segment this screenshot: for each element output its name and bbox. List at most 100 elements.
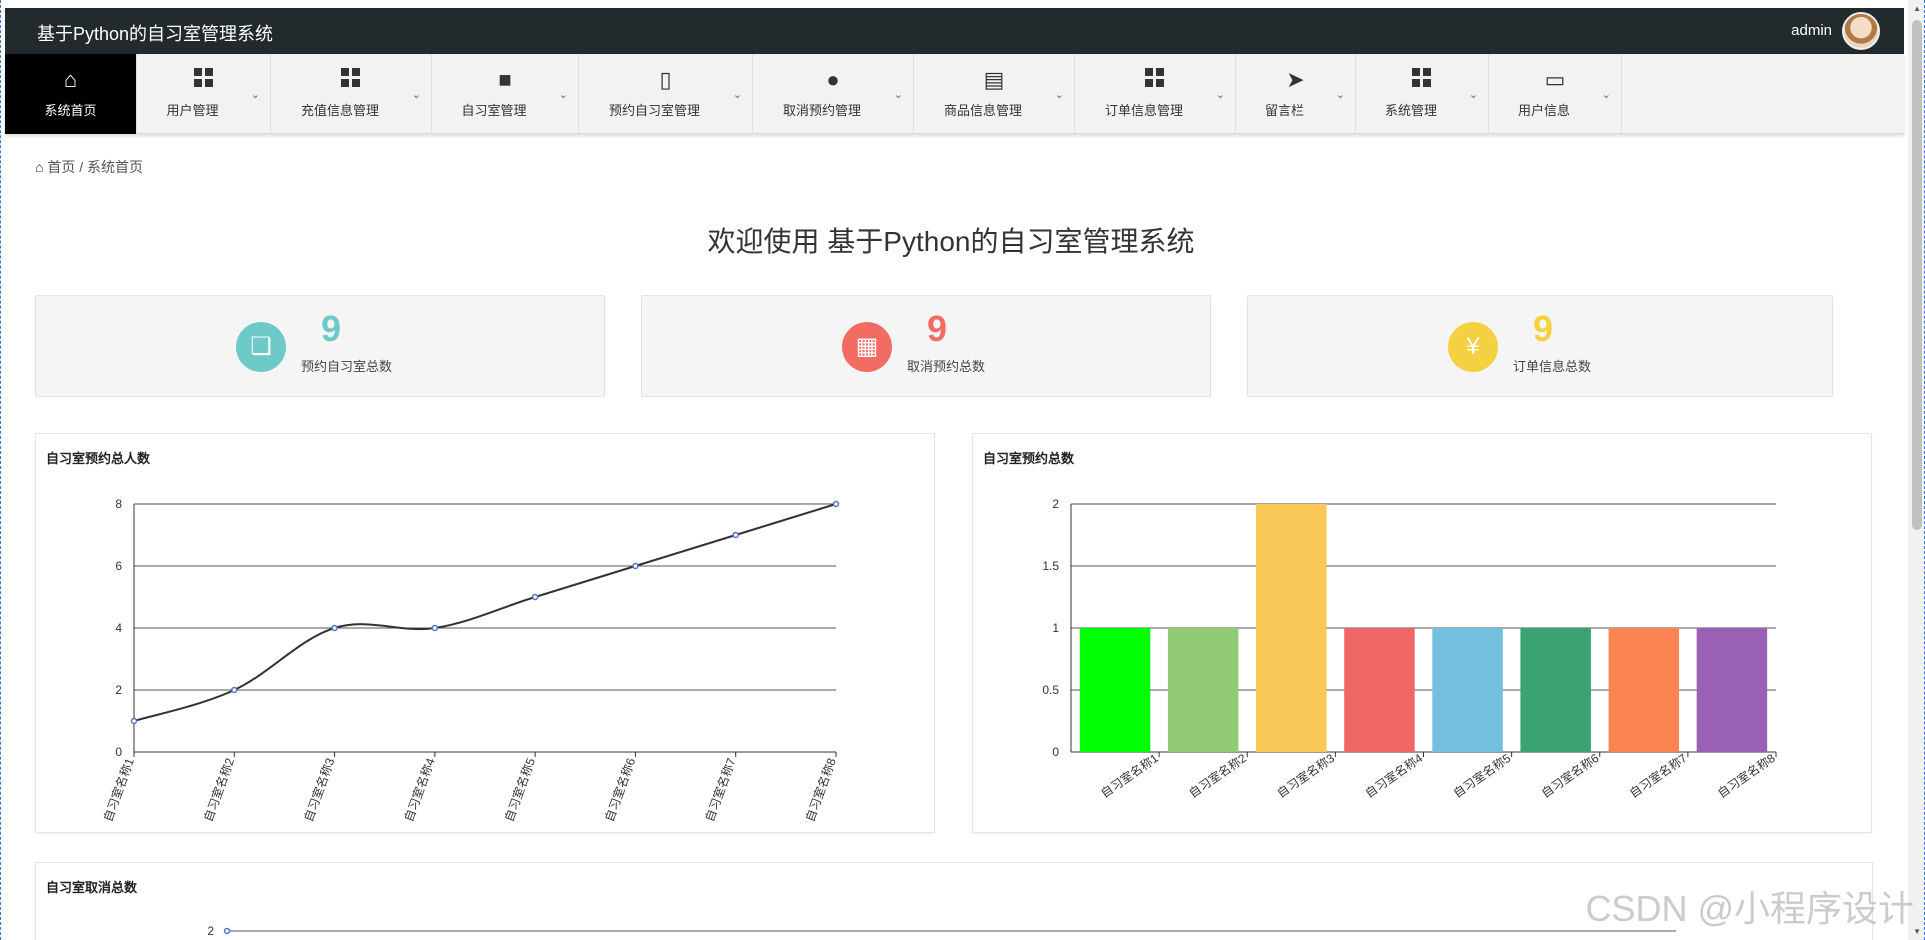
stat-label: 取消预约总数 [907, 359, 986, 374]
chart-card-reservation-total: 自习室预约总数 0 0.5 1 1.5 2 自习室名称1 自习室名称2 自习室名称3 自习室名称… [972, 433, 1872, 833]
x-tick-label: 自习室名称6 [601, 756, 638, 824]
grid-icon [271, 68, 431, 93]
chevron-down-icon: ⌄ [411, 89, 421, 101]
stat-label: 订单信息总数 [1513, 359, 1592, 374]
nav-label: 商品信息管理 [943, 103, 1022, 118]
x-tick-label: 自习室名称5 [1450, 750, 1513, 801]
chevron-down-icon: ⌄ [1335, 89, 1345, 101]
nav-item[interactable]: ■ 自习室管理 ⌄ [432, 54, 579, 134]
y-tick-label: 2 [1052, 497, 1059, 511]
nav-item[interactable]: 系统管理 ⌄ [1356, 54, 1489, 134]
y-tick-label: 2 [115, 683, 122, 697]
breadcrumb-home[interactable]: 首页 [47, 159, 75, 175]
nav-item[interactable]: 用户管理 ⌄ [137, 54, 271, 134]
y-tick-label: 2 [207, 924, 214, 938]
chart-card-reservation-people: 自习室预约总人数 0 2 4 6 8 自习室名称1 自习室名称2 自习室名称3 自习室名称4 自习… [35, 433, 935, 833]
stat-card-reservations: ❏ 9 预约自习室总数 [35, 295, 605, 397]
nav-label: 订单信息管理 [1104, 103, 1183, 118]
avatar[interactable] [1842, 12, 1880, 50]
x-tick-label: 自习室名称4 [1362, 750, 1425, 801]
chevron-down-icon: ⌄ [732, 89, 742, 101]
x-tick-label: 自习室名称8 [802, 756, 839, 824]
nav-item[interactable]: ▯ 预约自习室管理 ⌄ [579, 54, 753, 134]
app-frame: 基于Python的自习室管理系统 admin ⌂ 系统首页 用户管理 ⌄ 充值信息管理 ⌄… [0, 0, 1925, 940]
y-tick-label: 6 [115, 559, 122, 573]
breadcrumb: ⌂ 首页 / 系统首页 [35, 157, 143, 177]
bar [1079, 628, 1151, 752]
y-tick-label: 4 [115, 621, 122, 635]
nav-item[interactable]: ➤ 留言栏 ⌄ [1236, 54, 1356, 134]
data-point [223, 927, 231, 935]
data-point [331, 624, 338, 632]
nav-item[interactable]: 订单信息管理 ⌄ [1075, 54, 1236, 134]
app-title: 基于Python的自习室管理系统 [37, 24, 274, 44]
data-point [231, 686, 238, 694]
y-tick-label: 1.5 [1042, 559, 1059, 573]
stat-value: 9 [1532, 308, 1554, 349]
x-tick-label: 自习室名称2 [1186, 750, 1249, 801]
x-tick-label: 自习室名称3 [1274, 750, 1337, 801]
nav-item[interactable]: ⌂ 系统首页 [5, 54, 137, 134]
clipboard-icon: ▤ [983, 67, 1005, 92]
chevron-down-icon: ⌄ [893, 89, 903, 101]
x-tick-label: 自习室名称2 [200, 756, 237, 824]
x-tick-label: 自习室名称8 [1714, 750, 1777, 801]
nav-label: 系统首页 [44, 103, 97, 118]
bar [1520, 628, 1591, 752]
home-icon[interactable]: ⌂ [35, 159, 43, 175]
scroll-down-icon[interactable]: ▼ [1913, 927, 1921, 936]
data-point [732, 531, 739, 539]
x-tick-label: 自习室名称1 [100, 756, 137, 824]
y-tick-label: 0 [115, 745, 122, 759]
stat-card-orders: ¥ 9 订单信息总数 [1247, 295, 1833, 397]
user-icon: ● [826, 67, 840, 92]
chevron-down-icon: ⌄ [1468, 89, 1478, 101]
stat-value: 9 [926, 308, 948, 349]
scroll-up-icon[interactable]: ▲ [1913, 4, 1921, 13]
bar [1256, 504, 1327, 752]
data-point [431, 624, 439, 632]
bar [1344, 628, 1415, 752]
stat-value: 9 [320, 308, 342, 349]
monitor-icon: ■ [498, 67, 512, 92]
series-line [133, 503, 837, 722]
yen-card-icon: ¥ [1448, 322, 1498, 372]
y-tick-label: 8 [115, 497, 122, 511]
y-tick-label: 1 [1052, 621, 1059, 635]
y-tick-label: 0.5 [1042, 683, 1059, 697]
grid-icon [1075, 68, 1235, 93]
chevron-down-icon: ⌄ [1054, 89, 1064, 101]
user-name[interactable]: admin [1791, 22, 1832, 39]
data-point [632, 562, 639, 570]
main-nav: ⌂ 系统首页 用户管理 ⌄ 充值信息管理 ⌄ ■ 自习室管理 ⌄ ▯ 预约自习室管理 ⌄ ● 取消预约管理… [5, 54, 1904, 134]
y-tick-label: 0 [1052, 745, 1059, 759]
breadcrumb-current: 系统首页 [87, 159, 144, 175]
nav-item[interactable]: ▭ 用户信息 ⌄ [1489, 54, 1622, 134]
nav-item[interactable]: ● 取消预约管理 ⌄ [753, 54, 914, 134]
nav-item[interactable]: 充值信息管理 ⌄ [271, 54, 432, 134]
data-point [130, 717, 138, 725]
line-chart: 0 2 4 6 8 自习室名称1 自习室名称2 自习室名称3 自习室名称4 自习室名称5 自习室名称… [100, 497, 840, 824]
watermark: CSDN @小程序设计 [1585, 888, 1914, 929]
x-tick-label: 自习室名称7 [1626, 750, 1689, 801]
chevron-down-icon: ⌄ [1601, 89, 1611, 101]
bar [1432, 628, 1503, 752]
apps-icon: ▦ [842, 322, 892, 372]
chevron-down-icon: ⌄ [1215, 89, 1225, 101]
x-tick-label: 自习室名称5 [501, 756, 538, 824]
top-bar: 基于Python的自习室管理系统 admin [5, 8, 1904, 54]
stat-label: 预约自习室总数 [301, 359, 393, 374]
nav-label: 充值信息管理 [300, 103, 379, 118]
nav-label: 用户管理 [166, 103, 219, 118]
nav-label: 预约自习室管理 [608, 103, 700, 118]
nav-label: 留言栏 [1264, 103, 1304, 118]
cubes-icon: ❏ [236, 322, 286, 372]
data-point [531, 593, 539, 601]
scrollbar-track[interactable]: ▲ ▼ [1908, 0, 1924, 940]
bar [1608, 628, 1680, 752]
scrollbar-thumb[interactable] [1912, 20, 1922, 530]
nav-item[interactable]: ▤ 商品信息管理 ⌄ [914, 54, 1075, 134]
x-tick-label: 自习室名称4 [401, 756, 438, 824]
bar-chart: 0 0.5 1 1.5 2 自习室名称1 自习室名称2 自习室名称3 自习室名称4 自习室名称5 自… [1042, 497, 1778, 801]
bar [1696, 628, 1768, 752]
